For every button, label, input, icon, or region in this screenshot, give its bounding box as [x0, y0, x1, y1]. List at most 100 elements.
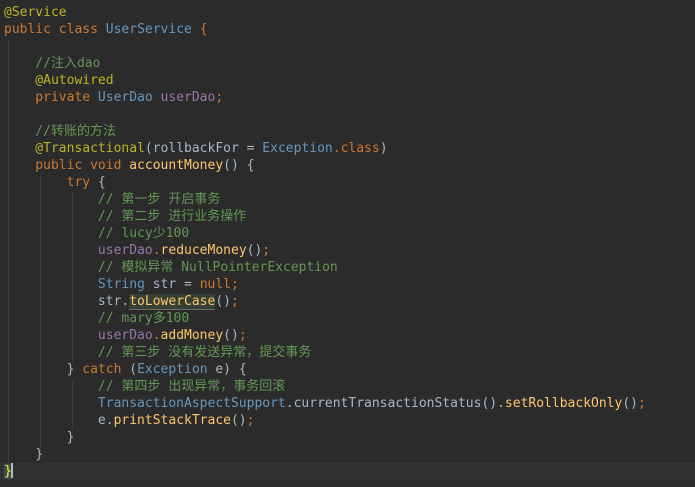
code-line-text: private UserDao userDao;	[4, 89, 223, 106]
code-line[interactable]: public void accountMoney() {	[0, 157, 695, 174]
code-token: (rollbackFor =	[144, 141, 263, 156]
code-line-text: @Service	[4, 4, 67, 21]
code-token: UserDao	[97, 90, 161, 105]
code-line-text: @Transactional(rollbackFor = Exception.c…	[4, 140, 387, 157]
code-line-text: }	[4, 446, 43, 463]
code-token: .	[285, 396, 294, 411]
code-token: // 第四步 出现异常，事务回滚	[4, 379, 286, 394]
code-line-text: public class UserService {	[4, 21, 208, 38]
code-line[interactable]: e.printStackTrace();	[0, 412, 695, 429]
code-line-text: // 第二步 进行业务操作	[4, 208, 246, 225]
code-line[interactable]: // lucy少100	[0, 225, 695, 242]
code-token: userDao	[4, 328, 153, 343]
code-line-text: // mary多100	[4, 310, 189, 327]
code-line-text: //注入dao	[4, 55, 100, 72]
code-line[interactable]: //注入dao	[0, 55, 695, 72]
code-line[interactable]: userDao.addMoney();	[0, 327, 695, 344]
code-token: }	[4, 447, 44, 462]
code-token: ;	[246, 413, 255, 428]
code-line[interactable]: // mary多100	[0, 310, 695, 327]
code-token: // 第一步 开启事务	[4, 192, 221, 207]
code-line[interactable]: private UserDao userDao;	[0, 89, 695, 106]
code-line[interactable]: //转账的方法	[0, 123, 695, 140]
code-token: catch	[82, 362, 130, 377]
code-token: reduceMoney	[160, 243, 247, 258]
code-token: currentTransactionStatus	[293, 396, 482, 411]
code-line-text: userDao.addMoney();	[4, 327, 247, 344]
code-token: ()	[230, 413, 247, 428]
code-line-text: // 第三步 没有发送异常，提交事务	[4, 344, 311, 361]
code-line[interactable]: try {	[0, 174, 695, 191]
code-token: ;	[637, 396, 646, 411]
code-token: ;	[238, 328, 247, 343]
code-token: ()	[622, 396, 638, 411]
code-line-text: // 第四步 出现异常，事务回滚	[4, 378, 285, 395]
code-token: public	[4, 158, 91, 173]
code-token: {	[199, 22, 208, 37]
code-line[interactable]: // 第一步 开启事务	[0, 191, 695, 208]
code-token: addMoney	[160, 328, 224, 343]
code-token: String	[4, 277, 153, 292]
code-line-text: }	[4, 463, 13, 480]
code-token: (	[129, 362, 138, 377]
code-line[interactable]: }	[0, 429, 695, 446]
code-line-text: // 模拟异常 NullPointerException	[4, 259, 338, 276]
code-token: str =	[152, 277, 200, 292]
code-line[interactable]: // 模拟异常 NullPointerException	[0, 259, 695, 276]
code-line[interactable]: }	[0, 463, 695, 480]
code-token: public	[4, 22, 59, 37]
code-line[interactable]: // 第三步 没有发送异常，提交事务	[0, 344, 695, 361]
code-line-text: TransactionAspectSupport.currentTransact…	[4, 395, 646, 412]
text-caret	[10, 463, 13, 478]
code-token: // mary多100	[4, 311, 190, 326]
code-token: TransactionAspectSupport	[4, 396, 286, 411]
code-line[interactable]: @Autowired	[0, 72, 695, 89]
code-token: printStackTrace	[113, 413, 231, 428]
code-token: Exception	[262, 141, 333, 156]
code-line[interactable]: // 第二步 进行业务操作	[0, 208, 695, 225]
code-line-text: userDao.reduceMoney();	[4, 242, 270, 259]
code-line-text: e.printStackTrace();	[4, 412, 255, 429]
code-line[interactable]: userDao.reduceMoney();	[0, 242, 695, 259]
code-line-text: @Autowired	[4, 72, 113, 89]
code-token: }	[4, 430, 75, 445]
code-token: // lucy少100	[4, 226, 190, 241]
code-line[interactable]: @Service	[0, 4, 695, 21]
code-token: ()	[246, 243, 263, 258]
code-line-text: }	[4, 429, 75, 446]
code-token: // 第二步 进行业务操作	[4, 209, 247, 224]
code-line[interactable]: }	[0, 446, 695, 463]
code-line[interactable]: } catch (Exception e) {	[0, 361, 695, 378]
code-token: ;	[262, 243, 271, 258]
code-line-text: String str = null;	[4, 276, 239, 293]
code-token: e.	[4, 413, 114, 428]
code-line[interactable]: String str = null;	[0, 276, 695, 293]
code-token: }	[4, 362, 83, 377]
code-token: userDao	[160, 90, 216, 105]
code-token: @Transactional	[4, 141, 145, 156]
code-token: userDao	[4, 243, 153, 258]
code-token: ().	[481, 396, 505, 411]
code-line-text: try {	[4, 174, 106, 191]
code-line[interactable]: @Transactional(rollbackFor = Exception.c…	[0, 140, 695, 157]
code-line[interactable]	[0, 38, 695, 55]
code-line[interactable]	[0, 106, 695, 123]
code-token: UserService	[105, 22, 200, 37]
code-line[interactable]: str.toLowerCase();	[0, 293, 695, 310]
code-token: e) {	[215, 362, 247, 377]
code-token: class	[58, 22, 106, 37]
code-token: ()	[223, 328, 239, 343]
code-token: str.	[4, 294, 130, 309]
code-token: ;	[231, 277, 239, 292]
code-line-text: //转账的方法	[4, 123, 116, 140]
code-token: .class	[332, 141, 380, 156]
code-token: //转账的方法	[4, 124, 116, 139]
code-line[interactable]: public class UserService {	[0, 21, 695, 38]
code-line-text: public void accountMoney() {	[4, 157, 254, 174]
code-line[interactable]: // 第四步 出现异常，事务回滚	[0, 378, 695, 395]
highlighted-token: toLowerCase	[129, 294, 216, 310]
code-line-text: // lucy少100	[4, 225, 189, 242]
code-token: .	[152, 243, 161, 258]
code-editor[interactable]: @Service public class UserService { //注入d…	[0, 0, 695, 487]
code-line[interactable]: TransactionAspectSupport.currentTransact…	[0, 395, 695, 412]
